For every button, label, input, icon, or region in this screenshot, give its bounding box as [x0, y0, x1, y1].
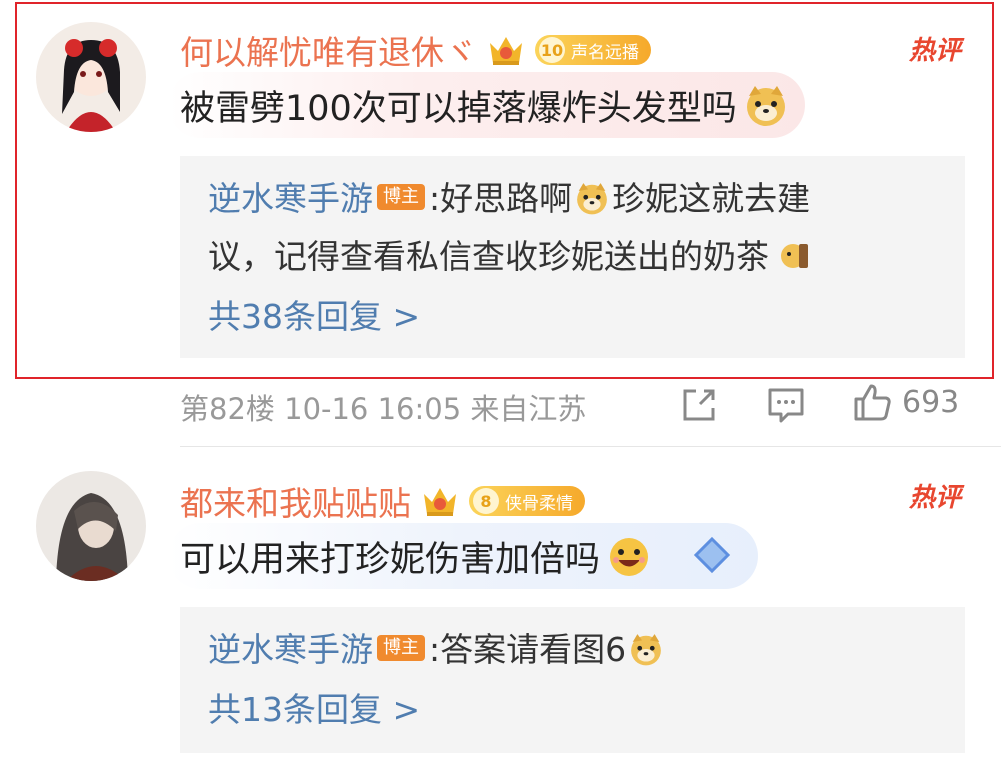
badge-level: 8: [473, 488, 499, 514]
diamond-icon: [693, 536, 731, 574]
hot-comment-label: 热评: [908, 483, 961, 513]
badge-text: 侠骨柔情: [505, 493, 573, 514]
reply-author[interactable]: 逆水寒手游: [208, 630, 373, 669]
reply-preview[interactable]: 逆水寒手游 博主:答案请看图6 共13条回复 >: [180, 607, 965, 753]
comment-button[interactable]: [766, 386, 806, 424]
thumbs-up-icon: [854, 384, 891, 421]
share-icon: [683, 389, 715, 421]
like-count: 693: [902, 384, 960, 420]
comment-text: 可以用来打珍妮伤害加倍吗: [180, 539, 601, 580]
avatar[interactable]: [36, 471, 146, 581]
doge-emoji: [631, 634, 661, 666]
more-replies-link[interactable]: 共13条回复 >: [208, 679, 937, 741]
comment-item-2: 都来和我贴贴贴 8 侠骨柔情 热评 可以用来打珍妮伤害加倍吗 逆水寒手游 博主:答…: [0, 447, 1001, 782]
crown-icon: [424, 488, 456, 516]
like-button[interactable]: 693: [852, 382, 959, 422]
comment-icon: [768, 388, 804, 423]
grin-emoji: [610, 538, 649, 576]
username-row: 都来和我贴贴贴 8 侠骨柔情: [180, 477, 585, 525]
fan-badge[interactable]: 8 侠骨柔情: [469, 486, 585, 516]
comment-actions: 693: [0, 382, 1001, 428]
highlight-box: [15, 2, 994, 379]
share-button[interactable]: [680, 386, 718, 424]
username[interactable]: 都来和我贴贴贴: [180, 477, 411, 525]
reply-text-1: :答案请看图6: [429, 630, 627, 669]
reply-line: 逆水寒手游 博主:答案请看图6: [208, 621, 937, 679]
comment-item-1: 何以解忧唯有退休ヾ 10 声名远播 热评 被雷劈100次可以掉落爆炸头发型吗 逆…: [0, 0, 1001, 446]
author-tag: 博主: [377, 634, 425, 661]
comment-text-bubble: 可以用来打珍妮伤害加倍吗: [168, 523, 759, 589]
